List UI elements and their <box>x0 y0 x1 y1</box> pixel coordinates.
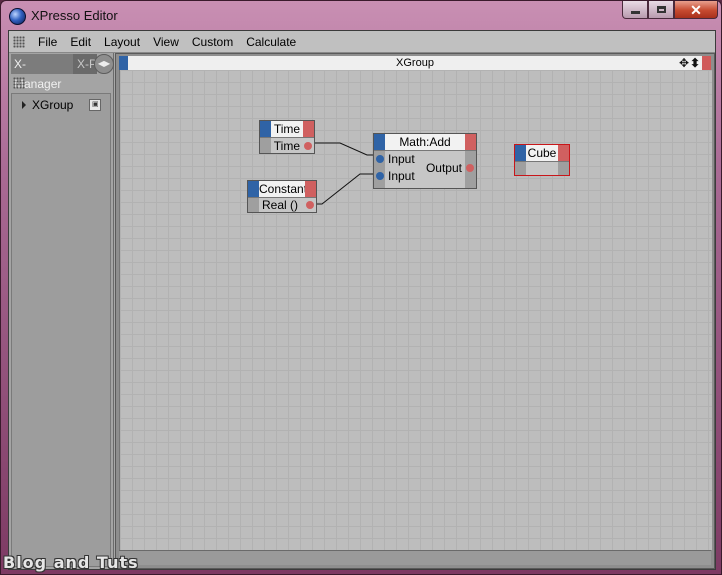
port-label: Real () <box>261 198 298 212</box>
node-input-port-strip[interactable] <box>515 145 526 161</box>
node-header: Constant <box>248 181 316 198</box>
maximize-icon <box>656 6 666 13</box>
node-canvas[interactable]: Time Time Constant Real () Math:Add Inpu… <box>119 70 712 550</box>
minimize-icon <box>630 11 640 14</box>
window-frame: XPresso Editor ✕ File Edit Layout View C… <box>0 0 722 575</box>
output-port[interactable] <box>306 201 314 209</box>
tab-x-manager[interactable]: X-Manager <box>11 54 73 91</box>
xgroup-header[interactable]: XGroup ✥ ⬍ <box>119 56 711 70</box>
window-title: XPresso Editor <box>31 8 118 23</box>
xpresso-graph-editor: XGroup ✥ ⬍ Time Time Constant Real () Ma… <box>115 53 715 569</box>
wire-constant-to-add <box>311 173 376 205</box>
node-input-port-strip[interactable] <box>374 134 385 150</box>
node-input-port-strip[interactable] <box>260 121 271 137</box>
menu-edit[interactable]: Edit <box>65 35 99 49</box>
node-constant[interactable]: Constant Real () <box>247 180 317 213</box>
xgroup-toggle-icon[interactable]: ▣ <box>89 99 102 111</box>
close-button[interactable]: ✕ <box>674 1 718 19</box>
port-label: Time <box>273 139 300 153</box>
menu-bar: File Edit Layout View Custom Calculate <box>9 31 715 53</box>
window-controls: ✕ <box>622 1 718 21</box>
pan-icon[interactable]: ✥ <box>679 56 689 70</box>
panel-grip-icon[interactable] <box>13 77 25 89</box>
expand-arrow-icon[interactable] <box>22 101 26 109</box>
node-math-add[interactable]: Math:Add Input Input Output <box>373 133 477 189</box>
menu-layout[interactable]: Layout <box>99 35 148 49</box>
panel-tabs: X-Manager X-P ◀▶ <box>9 54 114 91</box>
node-cube[interactable]: Cube <box>514 144 570 176</box>
input-port-2[interactable] <box>376 172 384 180</box>
menu-calculate[interactable]: Calculate <box>241 35 304 49</box>
node-output-port-strip[interactable] <box>303 121 314 137</box>
xgroup-output-port-strip[interactable] <box>702 56 711 70</box>
output-port[interactable] <box>466 164 474 172</box>
node-title: Math:Add <box>399 135 451 149</box>
node-title: Constant <box>259 182 308 196</box>
watermark-text: Blog and Tuts <box>3 553 139 572</box>
node-header: Cube <box>515 145 569 162</box>
app-icon <box>9 8 26 25</box>
node-header: Time <box>260 121 314 138</box>
zoom-icon[interactable]: ⬍ <box>690 56 700 70</box>
xgroup-title: XGroup <box>396 57 434 69</box>
node-header: Math:Add <box>374 134 476 151</box>
node-right-strip <box>558 162 569 175</box>
node-left-strip <box>260 138 271 153</box>
menu-custom[interactable]: Custom <box>187 35 241 49</box>
menu-grip-icon[interactable] <box>13 35 25 48</box>
node-output-port-strip[interactable] <box>558 145 569 161</box>
node-title: Cube <box>527 146 557 160</box>
minimize-button[interactable] <box>622 1 648 19</box>
tab-scroll-arrows-icon[interactable]: ◀▶ <box>94 54 114 74</box>
node-input-port-strip[interactable] <box>248 181 259 197</box>
node-title: Time <box>273 122 301 136</box>
client-area: File Edit Layout View Custom Calculate X… <box>8 30 716 570</box>
tree-item-xgroup[interactable]: XGroup ▣ <box>22 98 102 112</box>
wire-time-to-add <box>309 142 376 156</box>
node-output-port-strip[interactable] <box>465 134 476 150</box>
xgroup-tree: XGroup ▣ <box>11 93 111 567</box>
port-label: Input <box>388 169 415 183</box>
menu-file[interactable]: File <box>33 35 65 49</box>
title-bar[interactable]: XPresso Editor ✕ <box>1 1 722 31</box>
menu-view[interactable]: View <box>148 35 187 49</box>
port-label: Input <box>388 152 415 166</box>
node-time[interactable]: Time Time <box>259 120 315 154</box>
close-icon: ✕ <box>690 1 702 18</box>
node-left-strip <box>515 162 526 175</box>
input-port-1[interactable] <box>376 155 384 163</box>
tree-item-label: XGroup <box>32 98 74 112</box>
node-left-strip <box>248 198 259 212</box>
output-port[interactable] <box>304 142 312 150</box>
left-panel: X-Manager X-P ◀▶ XGroup ▣ <box>9 53 114 569</box>
maximize-button[interactable] <box>648 1 674 19</box>
node-output-port-strip[interactable] <box>305 181 316 197</box>
port-label: Output <box>425 161 462 175</box>
editor-bottom-strip <box>119 550 711 565</box>
